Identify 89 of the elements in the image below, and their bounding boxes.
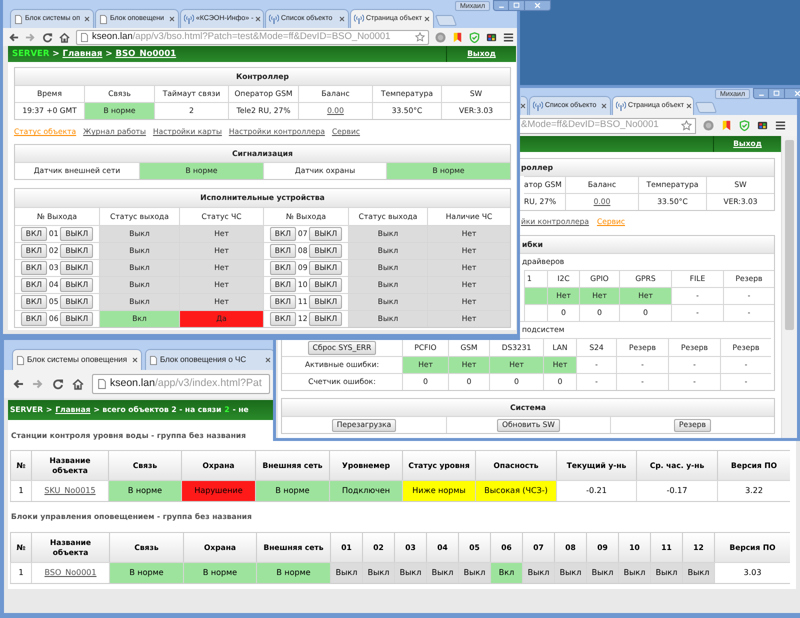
close-icon[interactable] bbox=[520, 103, 526, 109]
table-cell: Выкл bbox=[650, 562, 682, 583]
menu-icon[interactable] bbox=[775, 120, 786, 131]
value-link[interactable]: SKU_No0015 bbox=[44, 485, 96, 497]
table-cell: В норме bbox=[109, 562, 183, 583]
antenna-icon bbox=[533, 101, 543, 111]
circle-icon[interactable] bbox=[435, 32, 446, 42]
table-cell: 1 bbox=[10, 562, 31, 583]
close-icon[interactable] bbox=[132, 357, 138, 363]
address-bar[interactable]: kseon.lan/app/v3/bso.html?Patch=test&Mode=ff&DevID=BSO_No0001 bbox=[76, 30, 429, 44]
table-cell: -0.21 bbox=[556, 480, 636, 501]
back-icon[interactable] bbox=[12, 378, 24, 390]
table-cell: Подключен bbox=[329, 480, 402, 501]
breadcrumb-text: > bbox=[52, 48, 60, 60]
table-cell: Выкл bbox=[522, 562, 554, 583]
home-icon[interactable] bbox=[72, 378, 84, 390]
circle-icon[interactable] bbox=[703, 120, 714, 131]
table-cell: Выкл bbox=[458, 562, 490, 583]
server-label: SERVER bbox=[12, 48, 50, 60]
scrollbar[interactable] bbox=[781, 136, 797, 438]
star-icon[interactable] bbox=[415, 32, 425, 42]
close-icon[interactable] bbox=[265, 357, 271, 363]
table-cell: Выкл bbox=[682, 562, 714, 583]
table-cell: Выкл bbox=[586, 562, 618, 583]
close-icon bbox=[534, 2, 542, 9]
back-icon[interactable] bbox=[8, 32, 19, 42]
page-icon bbox=[149, 356, 158, 364]
tab[interactable]: Блок системы оповещения bbox=[12, 349, 142, 370]
address-bar[interactable]: kseon.lan/app/v3/index.html?Pat bbox=[92, 374, 270, 394]
close-button[interactable] bbox=[525, 0, 552, 11]
table-cell bbox=[524, 287, 547, 304]
value-link[interactable]: BSO_No0001 bbox=[44, 567, 96, 579]
breadcrumb-link[interactable]: BSO_No0001 bbox=[115, 48, 176, 60]
table-cell: -0.17 bbox=[636, 480, 717, 501]
tab[interactable]: Блок оповещения о ЧС bbox=[145, 349, 275, 370]
antenna-icon bbox=[184, 14, 194, 24]
breadcrumb-text: > bbox=[105, 48, 112, 60]
page-icon bbox=[80, 32, 89, 42]
reload-icon[interactable] bbox=[52, 378, 64, 390]
monitor-icon[interactable] bbox=[486, 32, 497, 42]
table-cell: Выкл bbox=[554, 562, 586, 583]
table-cell: В норме bbox=[255, 480, 329, 501]
tab[interactable] bbox=[521, 96, 528, 115]
table-cell: Ниже нормы bbox=[402, 480, 475, 501]
table-cell bbox=[524, 304, 547, 321]
table-cell: Нарушение bbox=[181, 480, 255, 501]
scrollbar-thumb[interactable] bbox=[785, 140, 794, 330]
close-icon[interactable] bbox=[686, 103, 692, 109]
page-icon bbox=[16, 356, 25, 364]
page-icon bbox=[14, 14, 23, 24]
minimize-button[interactable] bbox=[753, 88, 770, 99]
close-icon[interactable] bbox=[84, 16, 90, 22]
close-icon[interactable] bbox=[169, 16, 175, 22]
bookmark-icon[interactable] bbox=[721, 120, 732, 131]
home-icon[interactable] bbox=[59, 32, 70, 42]
table-cell: Выкл bbox=[394, 562, 426, 583]
monitor-icon[interactable] bbox=[757, 120, 768, 131]
table-cell: Вкл bbox=[490, 562, 522, 583]
antenna-icon bbox=[354, 14, 364, 24]
page-icon bbox=[97, 379, 107, 389]
antenna-icon bbox=[269, 14, 279, 24]
maximize-button[interactable] bbox=[509, 0, 526, 11]
table-cell: 3.03 bbox=[714, 562, 790, 583]
star-icon[interactable] bbox=[681, 120, 692, 131]
maximize-icon bbox=[513, 2, 520, 9]
table-cell: В норме bbox=[108, 480, 181, 501]
antenna-icon bbox=[616, 101, 626, 111]
table-cell: В норме bbox=[256, 562, 330, 583]
page-icon bbox=[99, 14, 108, 24]
maximize-icon bbox=[773, 90, 780, 97]
table-cell: Выкл bbox=[330, 562, 362, 583]
table-cell: 3.22 bbox=[717, 480, 790, 501]
maximize-button[interactable] bbox=[769, 88, 786, 99]
menu-icon[interactable] bbox=[503, 32, 514, 42]
close-icon[interactable] bbox=[601, 103, 607, 109]
close-icon bbox=[794, 90, 800, 97]
close-icon[interactable] bbox=[339, 16, 345, 22]
close-icon[interactable] bbox=[255, 16, 262, 22]
table-cell: В норме bbox=[183, 562, 256, 583]
table-cell: Высокая (ЧСЗ-) bbox=[475, 480, 556, 501]
table-cell: Выкл bbox=[362, 562, 394, 583]
table-cell: Выкл bbox=[426, 562, 458, 583]
reload-icon[interactable] bbox=[42, 32, 53, 42]
close-icon[interactable] bbox=[424, 16, 430, 22]
table-cell: 1 bbox=[10, 480, 31, 501]
minimize-button[interactable] bbox=[493, 0, 510, 11]
bookmark-icon[interactable] bbox=[452, 32, 463, 42]
table-cell: Выкл bbox=[618, 562, 650, 583]
breadcrumb-link[interactable]: Главная bbox=[62, 48, 102, 60]
